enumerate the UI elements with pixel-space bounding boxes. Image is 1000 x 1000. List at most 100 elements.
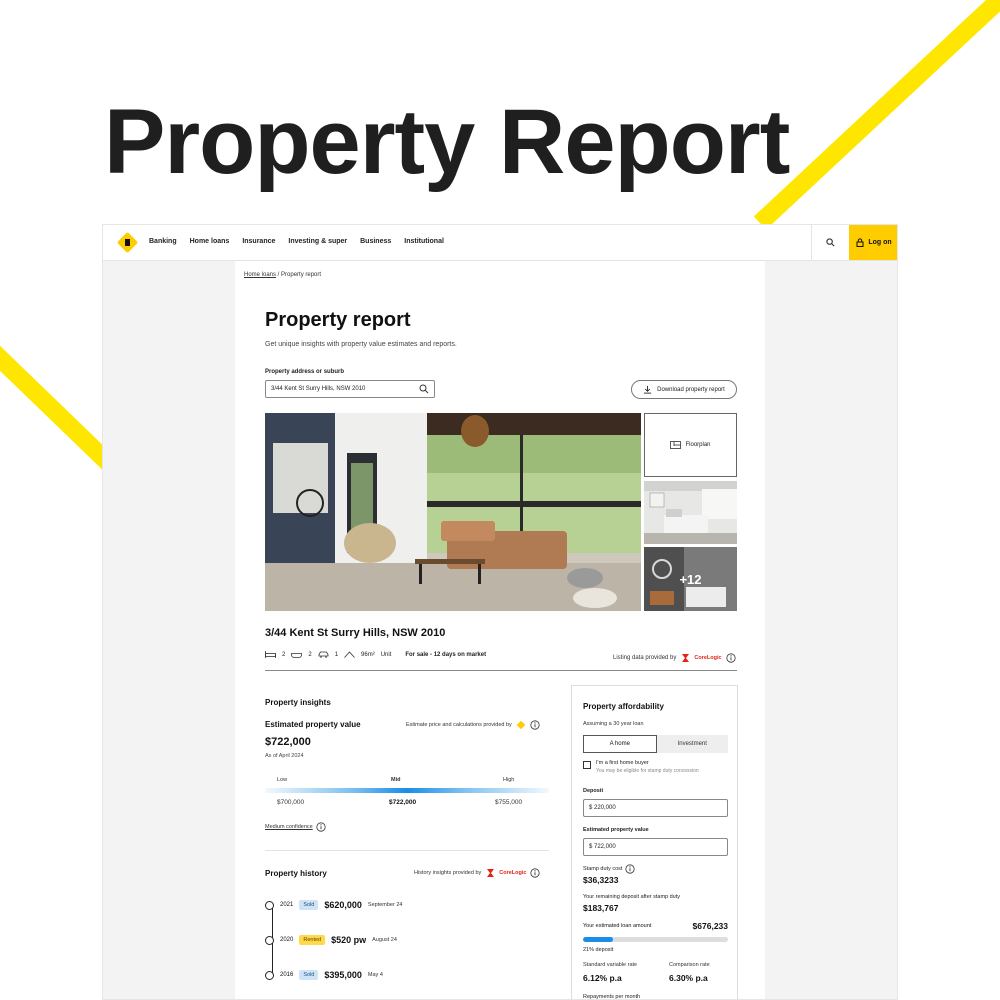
first-home-buyer-option[interactable]: I'm a first home buyer You may be eligib…	[583, 760, 699, 774]
range-high-value: $755,000	[495, 799, 523, 806]
land-area-icon	[344, 651, 355, 658]
more-photos-count: +12	[679, 571, 702, 587]
download-label: Download property report	[657, 386, 725, 393]
history-provider-brand: CoreLogic	[499, 870, 527, 876]
info-icon[interactable]	[725, 653, 736, 663]
deposit-progress-fill	[583, 937, 614, 942]
search-label: Property address or suburb	[265, 369, 345, 375]
nav-link-institutional[interactable]: Institutional	[404, 238, 444, 245]
listing-address: 3/44 Kent St Surry Hills, NSW 2010	[265, 627, 446, 639]
timeline-dot	[265, 935, 274, 945]
deposit-progress-bar	[583, 937, 728, 942]
deposit-input[interactable]: $ 220,000	[583, 799, 728, 817]
purpose-toggle: A home Investment	[583, 735, 728, 753]
first-home-note: You may be eligible for stamp duty conce…	[596, 768, 699, 774]
nav-link-business[interactable]: Business	[360, 238, 391, 245]
listing-data-provider: Listing data provided by CoreLogic	[613, 653, 736, 663]
search-icon[interactable]	[419, 384, 429, 394]
download-report-button[interactable]: Download property report	[631, 380, 737, 399]
breadcrumb-current: Property report	[281, 272, 322, 278]
range-mid-value: $722,000	[389, 799, 417, 806]
history-event: 2020 Rented $520 pw August 24	[265, 933, 397, 947]
login-button[interactable]: Log on	[849, 225, 897, 260]
event-date: May 4	[367, 972, 383, 978]
address-search-input[interactable]: 3/44 Kent St Surry Hills, NSW 2010	[265, 380, 435, 398]
section-divider	[265, 670, 737, 671]
main-property-photo[interactable]	[265, 413, 641, 611]
estimated-value: $722,000	[265, 736, 311, 748]
remaining-deposit-label: Your remaining deposit after stamp duty	[583, 894, 681, 900]
breadcrumb: Home loans / Property report	[244, 272, 321, 278]
loan-amount-value: $676,233	[692, 921, 728, 931]
floorplan-thumbnail[interactable]: Floorplan	[644, 413, 737, 477]
floor-area: 96m²	[361, 651, 375, 658]
deposit-percentage: 21% deposit	[583, 947, 614, 953]
nav-link-investing-super[interactable]: Investing & super	[288, 238, 347, 245]
insights-title: Property insights	[265, 698, 331, 707]
toggle-investment[interactable]: Investment	[656, 735, 728, 753]
property-type: Unit	[380, 651, 392, 658]
event-price: $395,000	[324, 970, 362, 980]
hero-title: Property Report	[104, 91, 790, 193]
nav-link-home-loans[interactable]: Home loans	[190, 238, 230, 245]
history-title: Property history	[265, 869, 327, 878]
car-icon	[318, 651, 329, 658]
bank-logo[interactable]	[116, 231, 139, 254]
event-year: 2020	[280, 937, 294, 943]
floorplan-icon	[670, 441, 682, 449]
event-date: September 24	[367, 902, 403, 908]
confidence-link[interactable]: Medium confidence	[265, 822, 326, 832]
stamp-duty-value: $36,3233	[583, 875, 619, 885]
nav-link-banking[interactable]: Banking	[149, 238, 177, 245]
bath-icon	[291, 653, 303, 658]
event-badge-sold: Sold	[299, 900, 319, 910]
nav-link-insurance[interactable]: Insurance	[242, 238, 275, 245]
loan-amount-row: Your estimated loan amount $676,233	[583, 921, 728, 931]
info-icon[interactable]	[530, 720, 540, 730]
login-label: Log on	[868, 239, 892, 246]
range-high-label: High	[503, 777, 515, 783]
nav-search-button[interactable]	[811, 225, 849, 260]
affordability-title: Property affordability	[583, 702, 664, 711]
timeline-dot	[265, 900, 274, 910]
decorative-stripe-top-right	[753, 0, 1000, 230]
confidence-label: Medium confidence	[265, 824, 313, 830]
promo-canvas: Property Report Banking Home loans Insur…	[0, 0, 1000, 1000]
listing-provider-label: Listing data provided by	[613, 655, 677, 661]
history-provider: History insights provided by CoreLogic	[414, 868, 541, 878]
event-badge-rented: Rented	[299, 935, 326, 945]
event-price: $620,000	[324, 900, 362, 910]
car-count: 1	[334, 651, 339, 658]
toggle-a-home[interactable]: A home	[583, 735, 657, 753]
info-icon[interactable]	[530, 868, 541, 878]
info-icon[interactable]	[625, 864, 636, 874]
property-value-input[interactable]: $ 722,000	[583, 838, 728, 856]
range-low-value: $700,000	[277, 799, 305, 806]
history-provider-label: History insights provided by	[414, 870, 482, 876]
repayments-label: Repayments per month	[583, 994, 641, 1000]
nav-links: Banking Home loans Insurance Investing &…	[149, 238, 444, 245]
event-year: 2016	[280, 972, 294, 978]
remaining-deposit-value: $183,767	[583, 903, 619, 913]
page-title: Property report	[265, 309, 411, 331]
bedroom-thumbnail[interactable]	[644, 481, 737, 544]
timeline-dot	[265, 970, 274, 980]
corelogic-logo	[682, 654, 690, 662]
first-home-label: I'm a first home buyer	[596, 760, 649, 766]
standard-rate-value: 6.12% p.a	[583, 973, 622, 983]
bank-logo-small	[516, 720, 526, 730]
section-divider	[265, 850, 549, 851]
bath-count: 2	[308, 651, 312, 658]
affordability-panel: Property affordability Assuming a 30 yea…	[571, 685, 738, 1000]
lock-icon	[856, 238, 864, 247]
first-home-checkbox[interactable]	[583, 761, 591, 769]
listing-provider-brand: CoreLogic	[694, 655, 722, 661]
listing-features: 2 2 1 96m² Unit For sale - 12 days on ma…	[265, 651, 486, 658]
listing-status: For sale - 12 days on market	[405, 651, 487, 658]
bed-count: 2	[282, 651, 286, 658]
comparison-rate-value: 6.30% p.a	[669, 973, 708, 983]
estimate-title: Estimated property value	[265, 720, 361, 729]
bathroom-thumbnail[interactable]: +12	[644, 547, 737, 611]
breadcrumb-home-loans[interactable]: Home loans	[244, 272, 276, 278]
standard-rate-label: Standard variable rate	[583, 962, 638, 968]
